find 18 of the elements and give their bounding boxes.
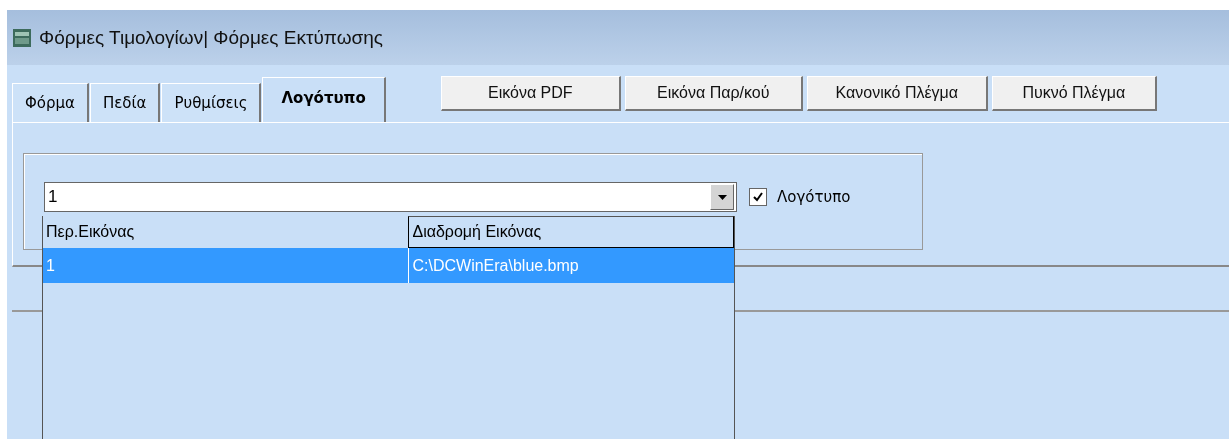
app-icon xyxy=(13,28,31,47)
checkbox-label: Λογότυπο xyxy=(777,188,851,206)
toolbar-button[interactable]: Εικόνα Παρ/κού xyxy=(624,76,803,111)
toolbar-button[interactable]: Κανονικό Πλέγμα xyxy=(806,76,988,111)
tab[interactable]: Πεδία xyxy=(89,83,161,122)
list-cell: C:\DCWinEra\blue.bmp xyxy=(408,248,734,283)
tab[interactable]: Ρυθμίσεις xyxy=(161,83,262,122)
list-cell-text: 1 xyxy=(45,256,56,276)
tab[interactable]: Φόρμα xyxy=(12,83,89,122)
column-header[interactable]: Διαδρομή Εικόνας xyxy=(408,216,734,248)
column-header[interactable]: Περ.Εικόνας xyxy=(43,216,409,248)
toolbar-button[interactable]: Εικόνα PDF xyxy=(440,76,621,111)
window-title: Φόρμες Τιμολογίων| Φόρμες Εκτύπωσης xyxy=(39,26,383,49)
tab[interactable]: Λογότυπο xyxy=(262,77,386,122)
checkbox[interactable] xyxy=(749,188,767,206)
combo-box[interactable]: 1 xyxy=(44,182,737,212)
toolbar-button[interactable]: Πυκνό Πλέγμα xyxy=(991,76,1157,111)
checkmark-icon xyxy=(752,191,764,203)
